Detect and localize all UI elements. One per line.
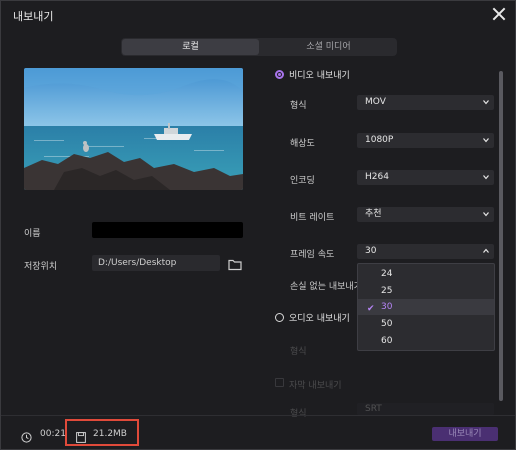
bitrate-value: 추천 [365,209,382,219]
duration-text: 00:21 [40,429,66,439]
resolution-value: 1080P [365,135,394,145]
bitrate-label: 비트 레이트 [290,213,335,223]
framerate-dropdown: 24 25 ✔ 30 50 60 [357,263,495,351]
framerate-option[interactable]: 24 [358,266,494,282]
folder-icon[interactable] [228,256,242,271]
audio-export-radio[interactable] [275,313,284,322]
chevron-down-icon [483,212,489,217]
name-label: 이름 [24,229,41,239]
file-size-text: 21.2MB [93,429,127,439]
chevron-down-icon [483,100,489,105]
footer-divider [1,415,515,416]
framerate-select[interactable]: 30 [357,244,494,259]
subtitle-format-label: 형식 [290,409,307,419]
chevron-up-icon [483,248,489,253]
framerate-option[interactable]: 60 [358,333,494,349]
export-dialog: 내보내기 로컬 소셜 미디어 이름 저장위치 D:/Users/Desktop … [0,0,516,450]
video-export-radio[interactable] [275,70,284,79]
close-icon[interactable] [491,6,507,22]
encoding-value: H264 [365,172,389,182]
clock-icon [21,428,32,443]
framerate-value: 30 [365,246,377,256]
title-bar: 내보내기 [1,1,515,29]
subtitle-export-label: 자막 내보내기 [289,381,342,391]
tab-local[interactable]: 로컬 [122,39,259,55]
video-export-label: 비디오 내보내기 [289,71,350,81]
format-select[interactable]: MOV [357,95,494,110]
resolution-select[interactable]: 1080P [357,133,494,148]
subtitle-export-checkbox[interactable] [275,378,284,387]
format-label: 형식 [290,101,307,111]
format-value: MOV [365,97,386,107]
video-preview-thumbnail [24,68,243,190]
location-label: 저장위치 [24,262,58,272]
location-input[interactable]: D:/Users/Desktop [92,255,220,271]
encoding-label: 인코딩 [290,176,315,186]
export-button[interactable]: 내보내기 [432,427,498,441]
bitrate-select[interactable]: 추천 [357,207,494,222]
name-input[interactable] [92,222,243,238]
tab-social-media[interactable]: 소셜 미디어 [261,39,396,55]
audio-export-label: 오디오 내보내기 [289,314,350,324]
audio-format-label: 형식 [290,347,307,357]
scrollbar[interactable] [499,71,503,401]
resolution-label: 해상도 [290,139,315,149]
chevron-down-icon [483,138,489,143]
framerate-option-label: 30 [381,302,393,312]
encoding-select[interactable]: H264 [357,170,494,185]
dialog-title: 내보내기 [13,10,54,23]
subtitle-format-value: SRT [365,404,382,414]
chevron-down-icon [483,175,489,180]
checkmark-icon: ✔ [367,304,375,314]
tab-bar: 로컬 소셜 미디어 [121,38,397,56]
subtitle-format-select[interactable]: SRT [357,403,494,415]
framerate-option-selected[interactable]: ✔ 30 [358,299,494,315]
framerate-option[interactable]: 25 [358,283,494,299]
save-disk-icon [76,428,86,443]
framerate-option[interactable]: 50 [358,316,494,332]
framerate-label: 프레임 속도 [290,250,335,260]
